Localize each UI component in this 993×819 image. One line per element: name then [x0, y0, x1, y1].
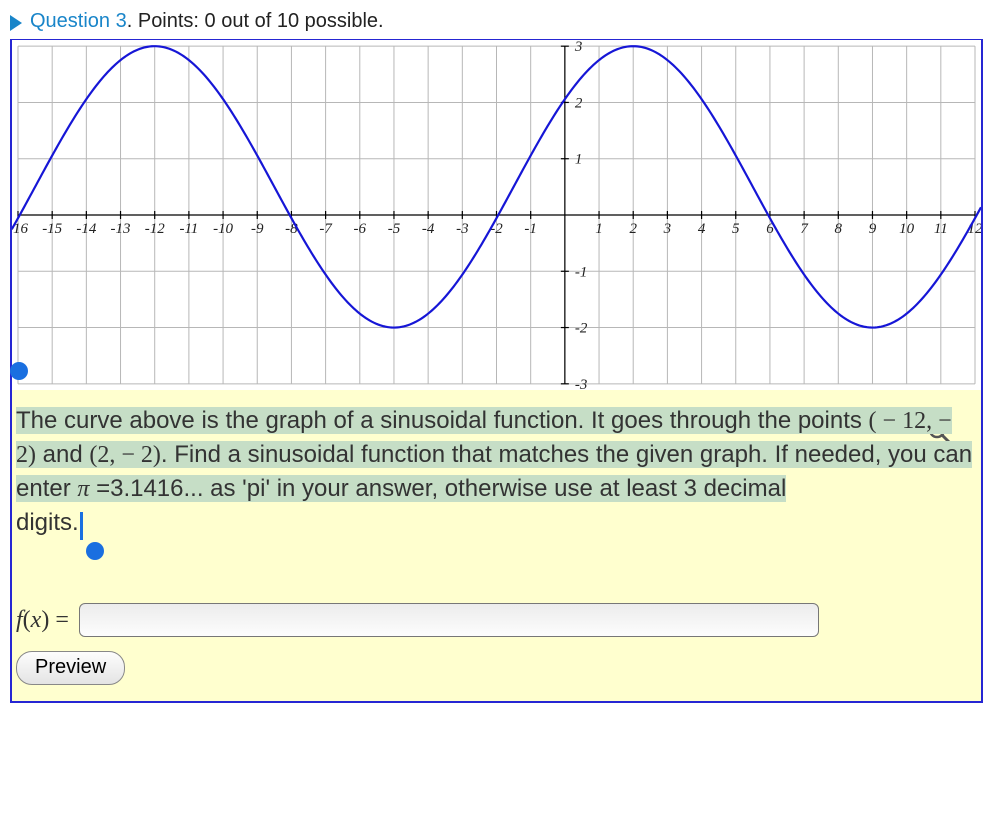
svg-text:-5: -5	[388, 221, 401, 237]
prompt-mid1: and	[36, 441, 89, 468]
prompt-text: The curve above is the graph of a sinuso…	[12, 390, 981, 591]
graph-container: -16-15-14-13-12-11-10-9-8-7-6-5-4-3-2-11…	[12, 40, 981, 390]
svg-text:-6: -6	[354, 221, 367, 237]
answer-input[interactable]	[79, 603, 819, 637]
svg-text:2: 2	[575, 95, 583, 111]
answer-eq: =	[49, 607, 69, 633]
svg-text:3: 3	[663, 221, 671, 237]
svg-text:-8: -8	[285, 221, 298, 237]
prompt-pt2-open: (2,	[89, 442, 121, 468]
prompt-pt1-open: (	[869, 408, 877, 434]
prompt-tail-high: =3.1416... as 'pi' in your answer, other…	[89, 475, 786, 502]
svg-text:3: 3	[574, 40, 582, 55]
prompt-highlight: The curve above is the graph of a sinuso…	[16, 407, 972, 502]
selection-start-handle-icon[interactable]	[10, 362, 28, 380]
question-header: Question 3. Points: 0 out of 10 possible…	[10, 10, 983, 33]
svg-text:-4: -4	[422, 221, 435, 237]
selection-end-handle-icon[interactable]	[86, 542, 104, 560]
prompt-tail-low: digits.	[16, 509, 79, 536]
question-title: Question 3. Points: 0 out of 10 possible…	[30, 10, 384, 33]
svg-text:1: 1	[575, 152, 582, 168]
answer-x: x	[31, 607, 42, 633]
answer-lhs: f(x) =	[16, 606, 69, 634]
question-number: Question 3	[30, 10, 127, 32]
svg-text:5: 5	[732, 221, 740, 237]
svg-text:-11: -11	[179, 221, 198, 237]
svg-text:2: 2	[629, 221, 637, 237]
answer-row: f(x) =	[12, 603, 981, 637]
svg-text:-3: -3	[575, 377, 587, 390]
prompt-seg-1: The curve above is the graph of a sinuso…	[16, 407, 869, 434]
svg-text:8: 8	[835, 221, 843, 237]
preview-button[interactable]: Preview	[16, 651, 125, 685]
svg-text:-10: -10	[213, 221, 233, 237]
svg-text:4: 4	[698, 221, 706, 237]
svg-text:-14: -14	[76, 221, 96, 237]
svg-text:-12: -12	[145, 221, 165, 237]
svg-text:11: 11	[934, 221, 948, 237]
svg-text:-13: -13	[111, 221, 131, 237]
svg-text:-2: -2	[575, 321, 588, 337]
svg-text:-1: -1	[575, 264, 587, 280]
svg-text:-1: -1	[524, 221, 536, 237]
svg-text:1: 1	[595, 221, 602, 237]
svg-text:-2: -2	[490, 221, 503, 237]
question-panel: -16-15-14-13-12-11-10-9-8-7-6-5-4-3-2-11…	[10, 39, 983, 703]
svg-text:-9: -9	[251, 221, 264, 237]
answer-open: (	[23, 607, 31, 633]
disclosure-triangle-icon[interactable]	[10, 15, 22, 31]
svg-text:-3: -3	[456, 221, 468, 237]
svg-text:9: 9	[869, 221, 877, 237]
text-cursor-icon	[80, 512, 83, 540]
svg-text:10: 10	[899, 221, 914, 237]
points-text: . Points: 0 out of 10 possible.	[127, 10, 384, 32]
svg-text:7: 7	[800, 221, 808, 237]
prompt-pt1-a: − 12,	[877, 408, 939, 434]
svg-text:-15: -15	[42, 221, 62, 237]
prompt-pt2-b: − 2)	[121, 442, 161, 468]
prompt-pi: π	[77, 476, 89, 502]
answer-f: f	[16, 607, 23, 633]
sinusoid-graph[interactable]: -16-15-14-13-12-11-10-9-8-7-6-5-4-3-2-11…	[12, 40, 981, 390]
svg-text:-7: -7	[319, 221, 332, 237]
